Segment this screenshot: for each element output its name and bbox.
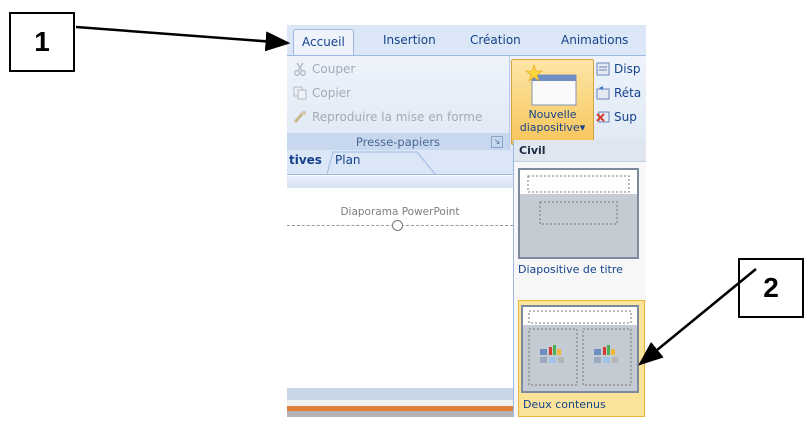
annotation-arrows	[75, 25, 757, 366]
arrow-1	[75, 25, 291, 52]
arrow-2	[638, 268, 757, 366]
